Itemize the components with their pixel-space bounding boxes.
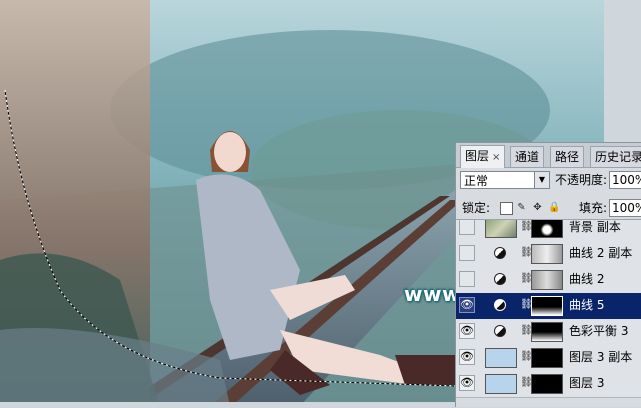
layer-thumbnail [485,374,517,394]
tab-paths[interactable]: 路径 [550,146,585,167]
layer-list: ⛓ 背景 副本 ⛓ 曲线 2 副本 ⛓ 曲线 2 👁 ⛓ 曲线 5 👁 ⛓ 色彩… [456,219,641,408]
layer-mask-thumbnail [531,270,563,290]
layer-row[interactable]: 👁 ⛓ 曲线 5 [456,293,641,320]
blend-opacity-row: 正常 ▼ 不透明度: 100% [456,169,641,193]
blend-mode-select[interactable]: 正常 ▼ [460,171,550,189]
layer-row[interactable]: 👁 ⛓ 色彩平衡 3 [456,319,641,346]
lock-fill-row: 锁定: ✎ ✥ 🔒 填充: 100% [456,197,641,219]
layer-row[interactable]: ⛓ 曲线 2 [456,267,641,294]
layer-name: 背景 副本 [569,220,621,234]
close-icon[interactable]: × [492,152,500,163]
layer-name: 曲线 2 副本 [569,246,633,260]
layer-mask-thumbnail [531,220,563,238]
adjustment-icon [494,273,506,285]
tab-channels[interactable]: 通道 [510,146,545,167]
visibility-toggle[interactable] [459,245,475,261]
layer-row[interactable]: 👁 ⛓ 图层 3 [456,371,641,398]
layer-name: 色彩平衡 3 [569,324,629,338]
move-lock-icon[interactable]: ✥ [532,202,543,213]
layer-row[interactable]: ⛓ 曲线 2 副本 [456,241,641,268]
layer-mask-thumbnail [531,296,563,316]
layer-row[interactable]: 👁 ⛓ 图层 3 副本 [456,345,641,372]
chevron-down-icon[interactable]: ▼ [534,172,549,188]
layer-name: 图层 3 副本 [569,350,633,364]
tab-history[interactable]: 历史记录 [590,146,641,167]
layer-name: 曲线 5 [569,298,605,312]
adjustment-icon [494,247,506,259]
lock-transparent-icon[interactable] [500,202,513,215]
brush-lock-icon[interactable]: ✎ [516,202,527,213]
layer-mask-thumbnail [531,348,563,368]
visibility-toggle[interactable] [459,220,475,235]
layer-name: 曲线 2 [569,272,605,286]
fill-label: 填充: [579,201,608,215]
layer-mask-thumbnail [531,244,563,264]
layer-mask-thumbnail [531,374,563,394]
layer-thumbnail [485,220,517,238]
eye-icon[interactable]: 👁 [459,375,475,391]
layer-thumbnail [485,348,517,368]
fill-input[interactable]: 100% [609,199,641,217]
eye-icon[interactable]: 👁 [459,297,475,313]
lock-all-icon[interactable]: 🔒 [548,202,560,213]
eye-icon[interactable]: 👁 [459,349,475,365]
layer-name: 图层 3 [569,376,605,390]
tab-layers-label: 图层 [465,149,490,163]
adjustment-icon [494,325,506,337]
panel-tab-bar: 图层 × 通道 路径 历史记录 [456,143,641,168]
layer-row[interactable]: ⛓ 背景 副本 [456,220,641,242]
tab-layers[interactable]: 图层 × [460,145,506,168]
lock-label: 锁定: [462,201,491,215]
tab-history-label: 历史记录 [595,150,641,164]
layer-mask-thumbnail [531,322,563,342]
eye-icon[interactable]: 👁 [459,323,475,339]
tab-channels-label: 通道 [515,150,540,164]
visibility-toggle[interactable] [459,271,475,287]
opacity-input[interactable]: 100% [609,171,641,189]
adjustment-icon [494,299,506,311]
blend-mode-value: 正常 [464,174,489,188]
opacity-label: 不透明度: [555,173,608,187]
tab-paths-label: 路径 [555,150,580,164]
layers-panel: 图层× 通道 路径 历史记录 正常 ▼ 不透明度: 100% 锁定: ✎ ✥ 🔒… [455,142,641,407]
